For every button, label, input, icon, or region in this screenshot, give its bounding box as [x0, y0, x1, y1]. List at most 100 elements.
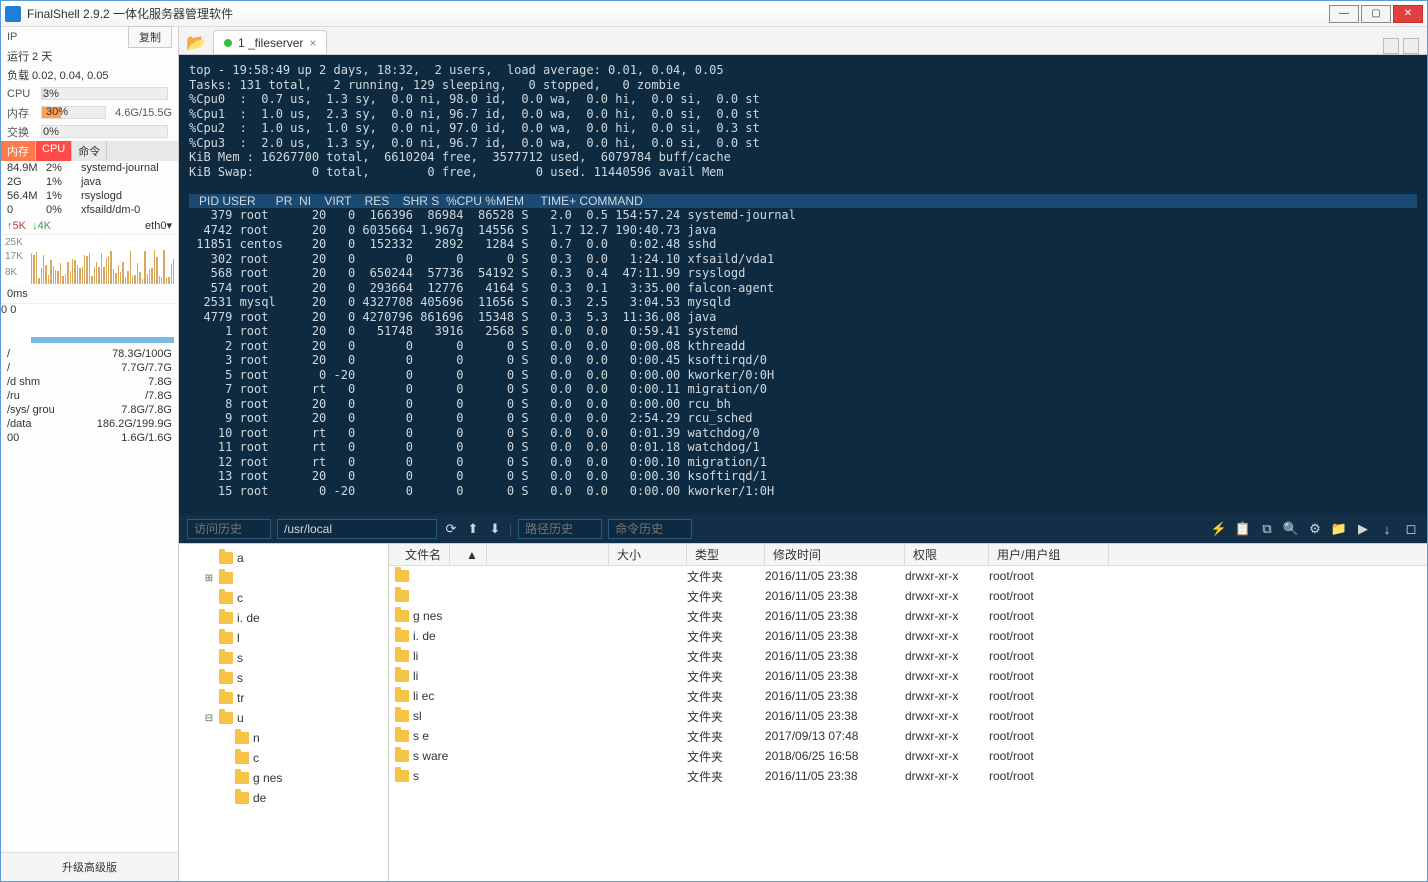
folder-icon — [219, 672, 233, 684]
uptime-text: 运行 2 天 — [7, 48, 52, 64]
open-folder-icon[interactable]: 📂 — [185, 32, 207, 54]
folder-icon — [395, 650, 409, 662]
minimize-button[interactable]: — — [1329, 5, 1359, 23]
file-row[interactable]: i. de文件夹2016/11/05 23:38drwxr-xr-xroot/r… — [389, 626, 1427, 646]
cpu-pct: 3% — [43, 88, 59, 100]
download-icon[interactable]: ⬇ — [487, 521, 503, 537]
new-folder-icon[interactable]: 📁 — [1331, 521, 1347, 537]
disk-row: /sys/ grou7.8G/7.8G — [1, 403, 178, 417]
col-perm[interactable]: 权限 — [905, 544, 989, 565]
folder-icon — [219, 712, 233, 724]
sort-down-icon[interactable]: ↓ — [1379, 521, 1395, 537]
tree-item[interactable]: ⊞ — [179, 568, 388, 588]
tree-item[interactable]: i. de — [179, 608, 388, 628]
process-row[interactable]: 56.4M1%rsyslogd — [1, 189, 178, 203]
tree-item[interactable]: a — [179, 548, 388, 568]
cpu-bar — [41, 87, 168, 100]
folder-icon — [395, 710, 409, 722]
file-row[interactable]: s文件夹2016/11/05 23:38drwxr-xr-xroot/root — [389, 766, 1427, 786]
net-down: 4K — [38, 220, 51, 232]
folder-icon — [395, 570, 409, 582]
clipboard-icon[interactable]: 📋 — [1235, 521, 1251, 537]
stop-icon[interactable]: ◻ — [1403, 521, 1419, 537]
folder-icon — [219, 552, 233, 564]
expand-icon[interactable]: ⊞ — [203, 573, 215, 584]
visit-history-input[interactable] — [187, 519, 271, 539]
copy-icon[interactable]: ⧉ — [1259, 521, 1275, 537]
copy-ip-button[interactable]: 复制 — [128, 26, 172, 48]
folder-icon — [395, 770, 409, 782]
expand-icon[interactable]: ⊟ — [203, 713, 215, 724]
tree-item[interactable]: c — [179, 588, 388, 608]
col-size[interactable]: 大小 — [609, 544, 687, 565]
process-row[interactable]: 2G1%java — [1, 175, 178, 189]
gear-icon[interactable]: ⚙ — [1307, 521, 1323, 537]
tree-item[interactable]: de — [179, 788, 388, 808]
titlebar: FinalShell 2.9.2 一体化服务器管理软件 — ▢ ✕ — [1, 1, 1427, 27]
folder-icon — [395, 670, 409, 682]
path-input[interactable] — [277, 519, 437, 539]
file-row[interactable]: li文件夹2016/11/05 23:38drwxr-xr-xroot/root — [389, 646, 1427, 666]
tree-item[interactable]: c — [179, 748, 388, 768]
play-icon[interactable]: ▶ — [1355, 521, 1371, 537]
col-name[interactable]: 文件名▲ — [389, 544, 609, 565]
cmd-history-input[interactable] — [608, 519, 692, 539]
maximize-button[interactable]: ▢ — [1361, 5, 1391, 23]
file-row[interactable]: g nes文件夹2016/11/05 23:38drwxr-xr-xroot/r… — [389, 606, 1427, 626]
folder-icon — [219, 612, 233, 624]
disk-row: /78.3G/100G — [1, 347, 178, 361]
file-row[interactable]: sl文件夹2016/11/05 23:38drwxr-xr-xroot/root — [389, 706, 1427, 726]
col-type[interactable]: 类型 — [687, 544, 765, 565]
app-icon — [5, 6, 21, 22]
latency-label: 0ms — [7, 288, 28, 300]
col-mtime[interactable]: 修改时间 — [765, 544, 905, 565]
tree-item[interactable]: n — [179, 728, 388, 748]
process-row[interactable]: 00%xfsaild/dm-0 — [1, 203, 178, 217]
latency-chart: 0 0 — [1, 303, 178, 343]
path-history-input[interactable] — [518, 519, 602, 539]
tree-item[interactable]: l — [179, 628, 388, 648]
cpu-label: CPU — [7, 88, 37, 100]
net-iface[interactable]: eth0 — [145, 220, 166, 232]
iface-dropdown-icon[interactable]: ▾ — [166, 219, 172, 232]
tree-item[interactable]: s — [179, 668, 388, 688]
folder-icon — [235, 792, 249, 804]
terminal-output[interactable]: top - 19:58:49 up 2 days, 18:32, 2 users… — [179, 55, 1427, 515]
bolt-icon[interactable]: ⚡ — [1211, 521, 1227, 537]
tree-item[interactable]: s — [179, 648, 388, 668]
tree-item[interactable]: g nes — [179, 768, 388, 788]
file-row[interactable]: s e文件夹2017/09/13 07:48drwxr-xr-xroot/roo… — [389, 726, 1427, 746]
view-list-icon[interactable] — [1403, 38, 1419, 54]
upgrade-button[interactable]: 升级高级版 — [1, 852, 178, 881]
tree-item[interactable]: tr — [179, 688, 388, 708]
col-user[interactable]: 用户/用户组 — [989, 544, 1109, 565]
file-row[interactable]: 文件夹2016/11/05 23:38drwxr-xr-xroot/root — [389, 566, 1427, 586]
disk-row: /d shm7.8G — [1, 375, 178, 389]
disk-row: 001.6G/1.6G — [1, 431, 178, 445]
folder-icon — [219, 572, 233, 584]
view-grid-icon[interactable] — [1383, 38, 1399, 54]
tab-fileserver[interactable]: 1 _fileserver × — [213, 30, 327, 54]
proc-col-cpu[interactable]: CPU — [36, 141, 72, 161]
tree-item[interactable]: ⊟u — [179, 708, 388, 728]
folder-icon — [395, 690, 409, 702]
search-icon[interactable]: 🔍 — [1283, 521, 1299, 537]
file-row[interactable]: li ec文件夹2016/11/05 23:38drwxr-xr-xroot/r… — [389, 686, 1427, 706]
tab-close-icon[interactable]: × — [309, 36, 316, 50]
disk-row: /data186.2G/199.9G — [1, 417, 178, 431]
proc-col-mem[interactable]: 内存 — [1, 141, 36, 161]
file-row[interactable]: s ware文件夹2018/06/25 16:58drwxr-xr-xroot/… — [389, 746, 1427, 766]
refresh-icon[interactable]: ⟳ — [443, 521, 459, 537]
file-row[interactable]: 文件夹2016/11/05 23:38drwxr-xr-xroot/root — [389, 586, 1427, 606]
folder-icon — [219, 592, 233, 604]
file-row[interactable]: li文件夹2016/11/05 23:38drwxr-xr-xroot/root — [389, 666, 1427, 686]
disk-row: /ru/7.8G — [1, 389, 178, 403]
close-button[interactable]: ✕ — [1393, 5, 1423, 23]
mem-label: 内存 — [7, 105, 37, 121]
folder-tree[interactable]: a⊞ci. delsstr⊟uncg nes de — [179, 544, 389, 881]
upload-icon[interactable]: ⬆ — [465, 521, 481, 537]
process-row[interactable]: 84.9M2%systemd-journal — [1, 161, 178, 175]
folder-icon — [395, 610, 409, 622]
proc-col-cmd[interactable]: 命令 — [72, 141, 107, 161]
swap-label: 交换 — [7, 124, 37, 140]
